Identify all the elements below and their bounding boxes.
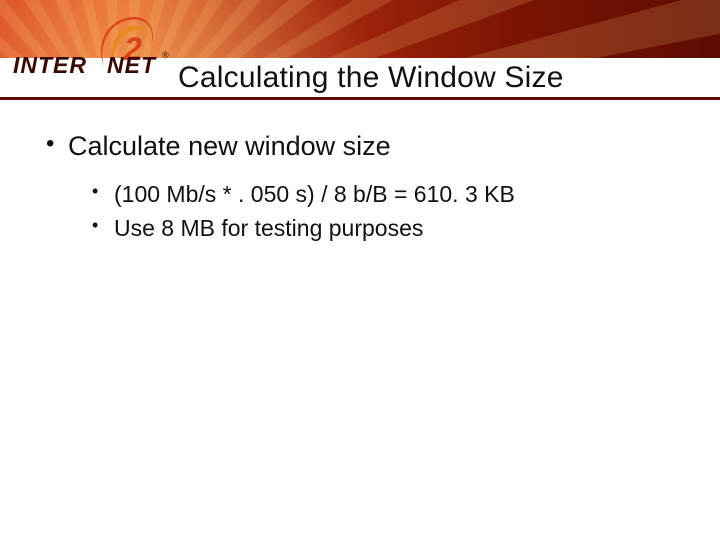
registered-icon: ®: [162, 50, 169, 60]
bullet-level1: Calculate new window size (100 Mb/s * . …: [40, 128, 690, 245]
slide-content: Calculate new window size (100 Mb/s * . …: [40, 128, 690, 259]
logo-text-left: INTER: [13, 52, 87, 78]
slide-title: Calculating the Window Size: [178, 61, 564, 95]
logo-text-right: NET: [107, 52, 156, 78]
logo-wordmark: INTER NET: [13, 52, 156, 79]
internet2-logo: 2 INTERNET ®: [18, 10, 168, 100]
bullet-level2: Use 8 MB for testing purposes: [86, 212, 690, 245]
bullet-text: Calculate new window size: [68, 131, 391, 161]
bullet-level2: (100 Mb/s * . 050 s) / 8 b/B = 610. 3 KB: [86, 178, 690, 211]
